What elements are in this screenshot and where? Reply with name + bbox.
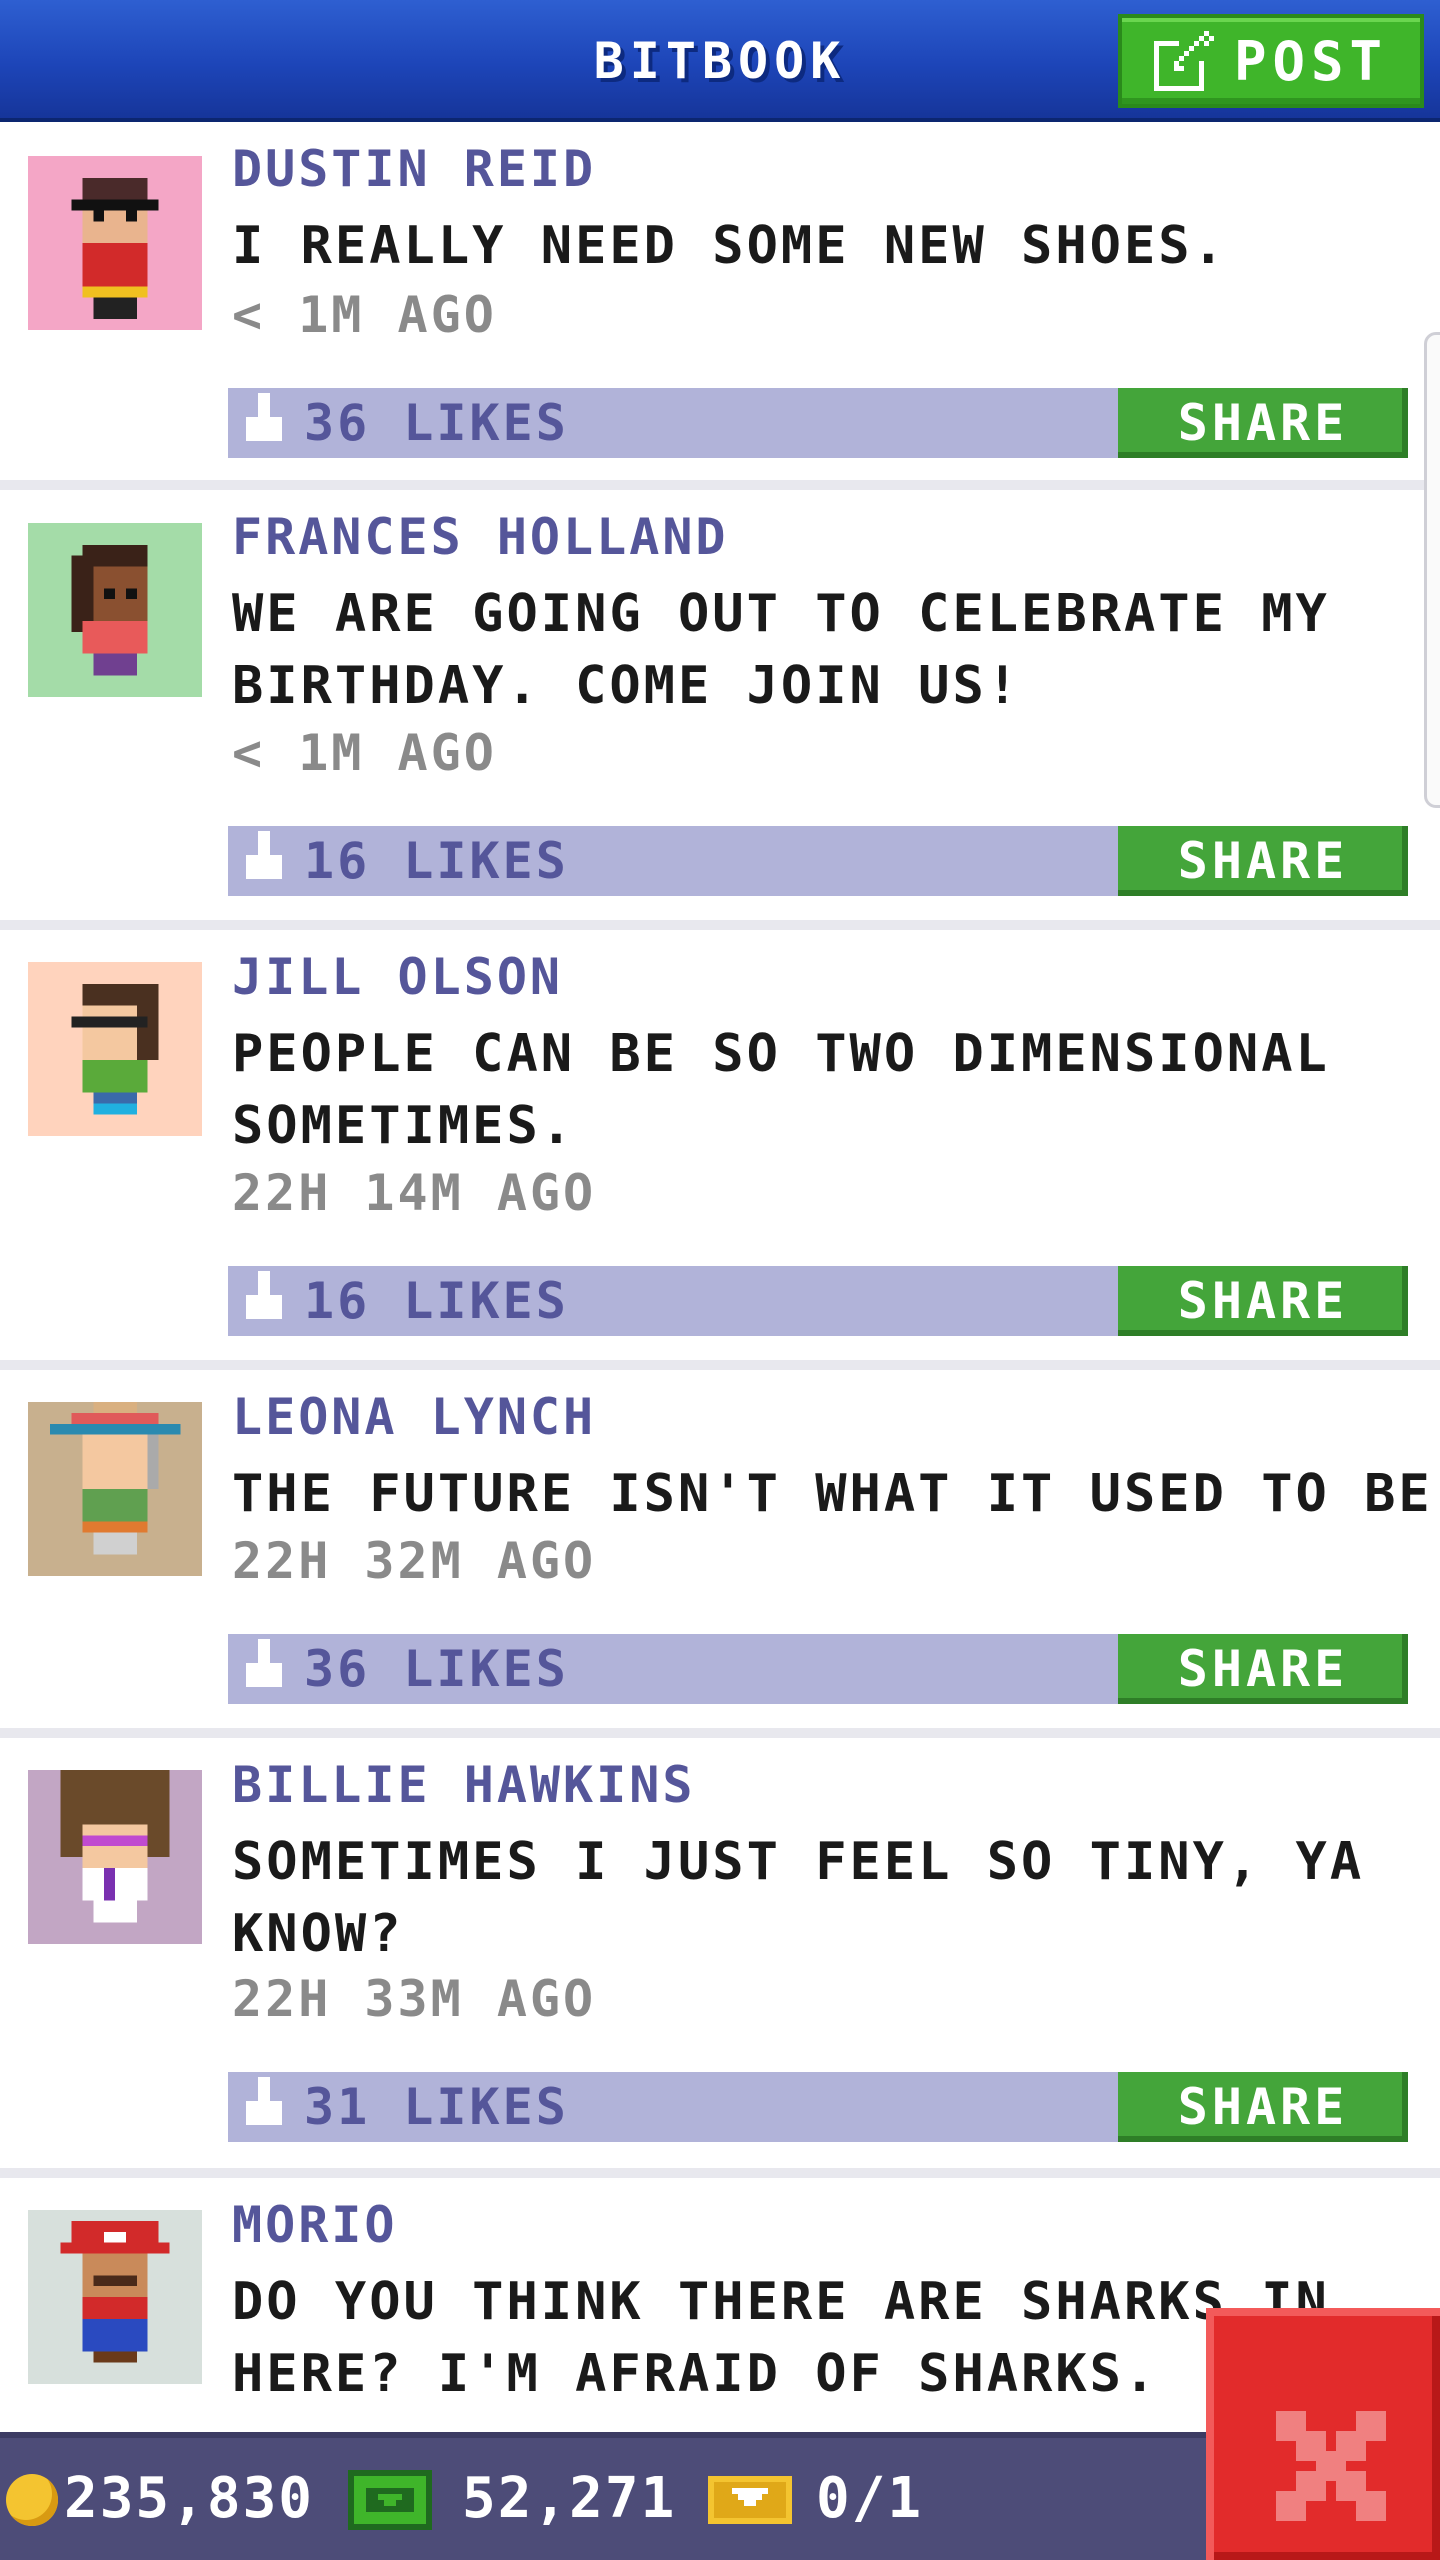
feed-post: BILLIE HAWKINS SOMETIMES I JUST FEEL SO … [0,1738,1440,2178]
like-bar[interactable]: 16 LIKES SHARE [228,826,1408,896]
share-button[interactable]: SHARE [1118,1266,1408,1336]
bux-count: 52,271 [462,2466,677,2531]
post-message: WE ARE GOING OUT TO CELEBRATE MY BIRTHDA… [232,584,1330,716]
feed-post: FRANCES HOLLAND WE ARE GOING OUT TO CELE… [0,490,1440,930]
feed-post: JILL OLSON PEOPLE CAN BE SO TWO DIMENSIO… [0,930,1440,1370]
like-bar[interactable]: 16 LIKES SHARE [228,1266,1408,1336]
avatar[interactable] [28,523,202,697]
post-author[interactable]: DUSTIN REID [232,140,596,198]
like-count: 31 LIKES [304,2078,569,2136]
post-author[interactable]: LEONA LYNCH [232,1388,596,1446]
like-count: 16 LIKES [304,832,569,890]
post-time: < 1M AGO [232,286,497,344]
feed-post: LEONA LYNCH THE FUTURE ISN'T WHAT IT USE… [0,1370,1440,1738]
post-button[interactable]: POST [1118,14,1424,108]
scrollbar[interactable] [1424,332,1440,808]
ticket-count: 0/1 [816,2466,924,2531]
post-message: I REALLY NEED SOME NEW SHOES. [232,216,1227,276]
post-time: 22H 32M AGO [232,1532,597,1590]
like-bar[interactable]: 36 LIKES SHARE [228,1634,1408,1704]
thumbs-up-icon [246,1271,282,1319]
like-count: 36 LIKES [304,1640,569,1698]
close-icon [1276,2411,1386,2521]
post-message: PEOPLE CAN BE SO TWO DIMENSIONAL SOMETIM… [232,1024,1330,1156]
like-bar[interactable]: 36 LIKES SHARE [228,388,1408,458]
post-time: 22H 33M AGO [232,1970,597,2028]
coin-count: 235,830 [64,2466,315,2531]
divider [0,920,1440,930]
thumbs-up-icon [246,1639,282,1687]
thumbs-up-icon [246,831,282,879]
like-bar[interactable]: 31 LIKES SHARE [228,2072,1408,2142]
divider [0,2168,1440,2178]
app-header: BITBOOK POST [0,0,1440,122]
feed-list[interactable]: DUSTIN REID I REALLY NEED SOME NEW SHOES… [0,122,1440,2432]
post-button-label: POST [1233,29,1389,93]
close-button[interactable] [1206,2308,1440,2560]
like-count: 16 LIKES [304,1272,569,1330]
post-author[interactable]: MORIO [232,2196,398,2254]
post-message: THE FUTURE ISN'T WHAT IT USED TO BE... [232,1464,1440,1524]
feed-post: DUSTIN REID I REALLY NEED SOME NEW SHOES… [0,122,1440,490]
avatar[interactable] [28,962,202,1136]
divider [0,480,1440,490]
ticket-icon [708,2476,792,2524]
thumbs-up-icon [246,393,282,441]
post-author[interactable]: JILL OLSON [232,948,563,1006]
bux-icon [348,2470,432,2530]
coin-icon [6,2474,58,2526]
post-time: 22H 14M AGO [232,1164,597,1222]
avatar[interactable] [28,156,202,330]
thumbs-up-icon [246,2077,282,2125]
avatar[interactable] [28,1402,202,1576]
post-message: SOMETIMES I JUST FEEL SO TINY, YA KNOW? [232,1832,1365,1964]
share-button[interactable]: SHARE [1118,1634,1408,1704]
compose-icon [1153,31,1214,91]
post-time: < 1M AGO [232,724,497,782]
post-author[interactable]: FRANCES HOLLAND [232,508,729,566]
avatar[interactable] [28,1770,202,1944]
share-button[interactable]: SHARE [1118,826,1408,896]
avatar[interactable] [28,2210,202,2384]
divider [0,1360,1440,1370]
divider [0,1728,1440,1738]
share-button[interactable]: SHARE [1118,388,1408,458]
like-count: 36 LIKES [304,394,569,452]
post-author[interactable]: BILLIE HAWKINS [232,1756,695,1814]
share-button[interactable]: SHARE [1118,2072,1408,2142]
